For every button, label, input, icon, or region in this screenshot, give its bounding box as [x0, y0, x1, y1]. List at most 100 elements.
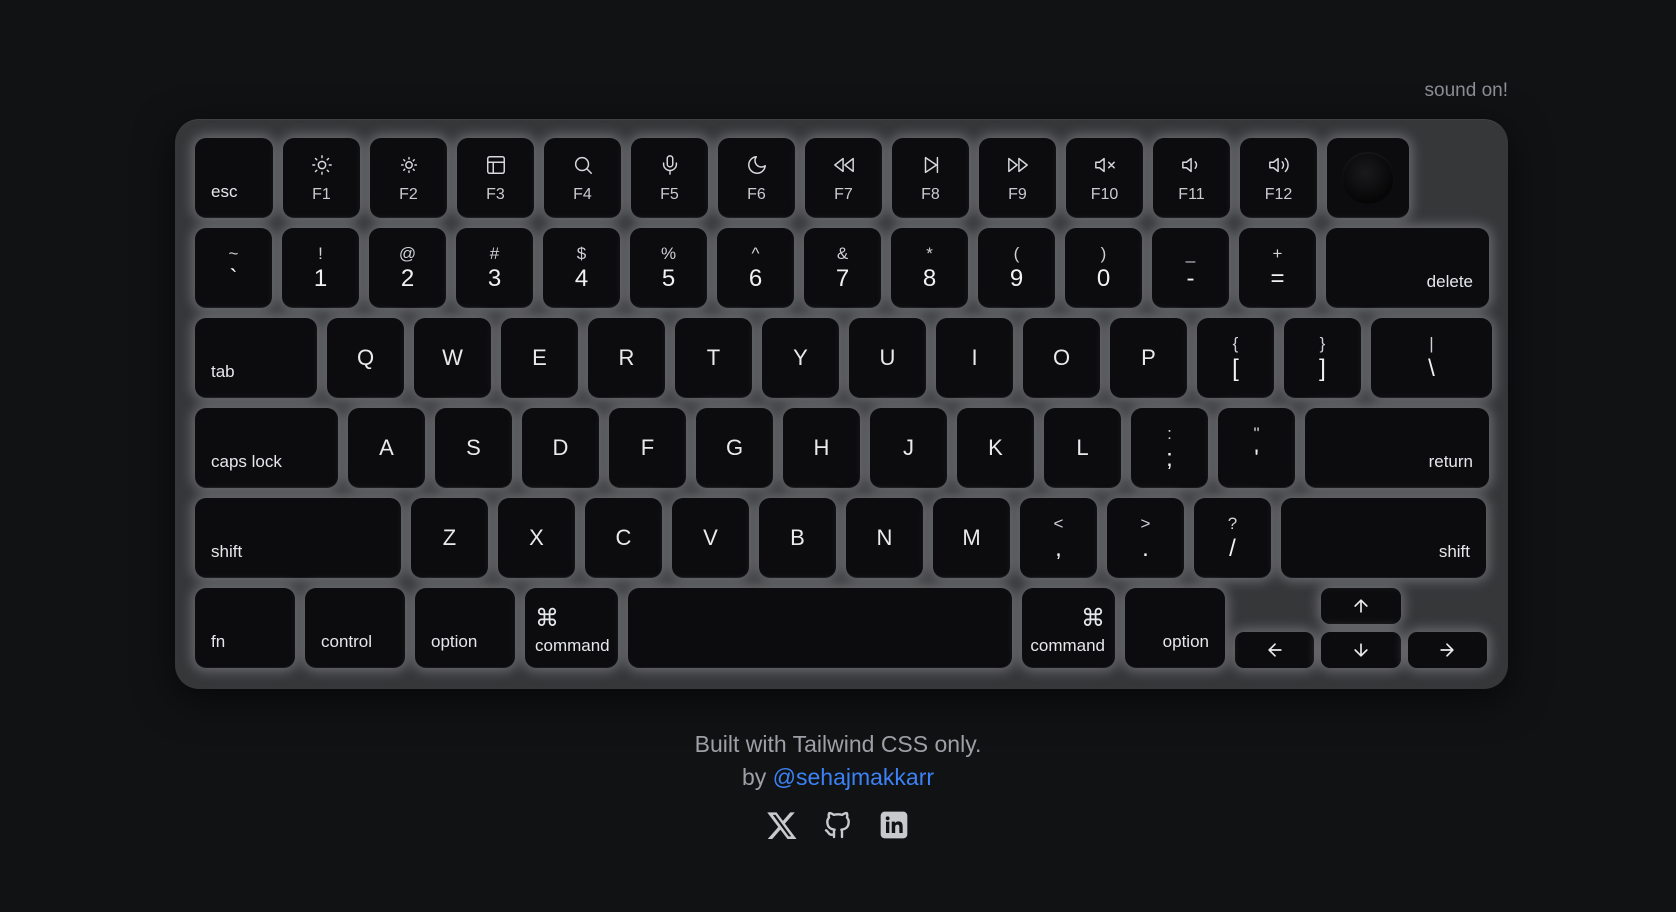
key-f12[interactable]: F12 [1240, 138, 1317, 218]
key-backslash[interactable]: | \ [1371, 318, 1492, 398]
key-f5[interactable]: F5 [631, 138, 708, 218]
key-arrow-down[interactable] [1321, 632, 1401, 668]
key-label: / [1229, 535, 1236, 562]
key-comma[interactable]: <, [1020, 498, 1097, 578]
x-icon[interactable] [765, 808, 799, 842]
key-caps-lock[interactable]: caps lock [195, 408, 338, 488]
key-0[interactable]: ) 0 [1065, 228, 1142, 308]
key-minus[interactable]: _ - [1152, 228, 1229, 308]
key-t[interactable]: T [675, 318, 752, 398]
key-return[interactable]: return [1305, 408, 1489, 488]
key-5[interactable]: % 5 [630, 228, 707, 308]
power-key[interactable] [1327, 138, 1409, 218]
key-v[interactable]: V [672, 498, 749, 578]
key-8[interactable]: * 8 [891, 228, 968, 308]
arrow-cluster [1235, 588, 1487, 668]
key-f11[interactable]: F11 [1153, 138, 1230, 218]
key-control[interactable]: control [305, 588, 405, 668]
key-j[interactable]: J [870, 408, 947, 488]
touch-id-button [1342, 152, 1394, 204]
key-u[interactable]: U [849, 318, 926, 398]
key-label: S [466, 435, 481, 460]
key-equals[interactable]: + = [1239, 228, 1316, 308]
key-e[interactable]: E [501, 318, 578, 398]
key-p[interactable]: P [1110, 318, 1187, 398]
key-i[interactable]: I [936, 318, 1013, 398]
key-d[interactable]: D [522, 408, 599, 488]
key-shift-label: { [1232, 334, 1239, 353]
key-z[interactable]: Z [411, 498, 488, 578]
key-k[interactable]: K [957, 408, 1034, 488]
sound-toggle[interactable]: sound on! [1425, 80, 1508, 102]
key-f8[interactable]: F8 [892, 138, 969, 218]
key-g[interactable]: G [696, 408, 773, 488]
key-label: ] [1319, 355, 1326, 382]
key-slash[interactable]: ? / [1194, 498, 1271, 578]
key-f7[interactable]: F7 [805, 138, 882, 218]
key-l[interactable]: L [1044, 408, 1121, 488]
key-option-left[interactable]: option [415, 588, 515, 668]
key-label: K [988, 435, 1003, 460]
key-x[interactable]: X [498, 498, 575, 578]
github-icon[interactable] [821, 808, 855, 842]
key-left-bracket[interactable]: {[ [1197, 318, 1274, 398]
key-label: F12 [1264, 186, 1293, 203]
key-space[interactable] [628, 588, 1012, 668]
key-arrow-left[interactable] [1235, 632, 1315, 668]
key-tab[interactable]: tab [195, 318, 317, 398]
author-link[interactable]: @sehajmakkarr [773, 764, 934, 790]
key-b[interactable]: B [759, 498, 836, 578]
key-r[interactable]: R [588, 318, 665, 398]
key-command-right[interactable]: ⌘ command [1022, 588, 1115, 668]
key-n[interactable]: N [846, 498, 923, 578]
key-f1[interactable]: F1 [283, 138, 360, 218]
key-arrow-right[interactable] [1407, 632, 1487, 668]
key-9[interactable]: (9 [978, 228, 1055, 308]
key-f9[interactable]: F9 [979, 138, 1056, 218]
key-h[interactable]: H [783, 408, 860, 488]
key-w[interactable]: W [414, 318, 491, 398]
key-label: ` [229, 265, 238, 292]
key-arrow-up[interactable] [1321, 588, 1401, 624]
key-f3[interactable]: F3 [457, 138, 534, 218]
key-label: 8 [922, 265, 937, 292]
key-f[interactable]: F [609, 408, 686, 488]
key-3[interactable]: #3 [456, 228, 533, 308]
key-m[interactable]: M [933, 498, 1010, 578]
key-quote[interactable]: " ' [1218, 408, 1295, 488]
key-command-left[interactable]: ⌘ command [525, 588, 618, 668]
key-2[interactable]: @2 [369, 228, 446, 308]
key-label: D [552, 435, 569, 460]
key-y[interactable]: Y [762, 318, 839, 398]
key-backtick[interactable]: ~ ` [195, 228, 272, 308]
key-label: option [1162, 632, 1209, 651]
key-7[interactable]: & 7 [804, 228, 881, 308]
key-right-shift[interactable]: shift [1281, 498, 1486, 578]
key-left-shift[interactable]: shift [195, 498, 401, 578]
key-fn[interactable]: fn [195, 588, 295, 668]
key-period[interactable]: >. [1107, 498, 1184, 578]
key-f2[interactable]: F2 [370, 138, 447, 218]
key-1[interactable]: ! 1 [282, 228, 359, 308]
key-a[interactable]: A [348, 408, 425, 488]
key-c[interactable]: C [585, 498, 662, 578]
arrow-row-bottom [1235, 632, 1487, 668]
key-s[interactable]: S [435, 408, 512, 488]
key-semicolon[interactable]: :; [1131, 408, 1208, 488]
key-label: T [706, 345, 721, 370]
key-4[interactable]: $4 [543, 228, 620, 308]
key-o[interactable]: O [1023, 318, 1100, 398]
key-delete[interactable]: delete [1326, 228, 1489, 308]
key-right-bracket[interactable]: }] [1284, 318, 1361, 398]
linkedin-icon[interactable] [877, 808, 911, 842]
key-esc[interactable]: esc [195, 138, 273, 218]
key-f10[interactable]: F10 [1066, 138, 1143, 218]
command-icon: ⌘ [535, 605, 559, 632]
key-option-right[interactable]: option [1125, 588, 1225, 668]
key-6[interactable]: ^ 6 [717, 228, 794, 308]
key-shift-label: ) [1100, 244, 1107, 263]
key-label: Z [442, 525, 457, 550]
key-f6[interactable]: F6 [718, 138, 795, 218]
key-q[interactable]: Q [327, 318, 404, 398]
key-f4[interactable]: F4 [544, 138, 621, 218]
